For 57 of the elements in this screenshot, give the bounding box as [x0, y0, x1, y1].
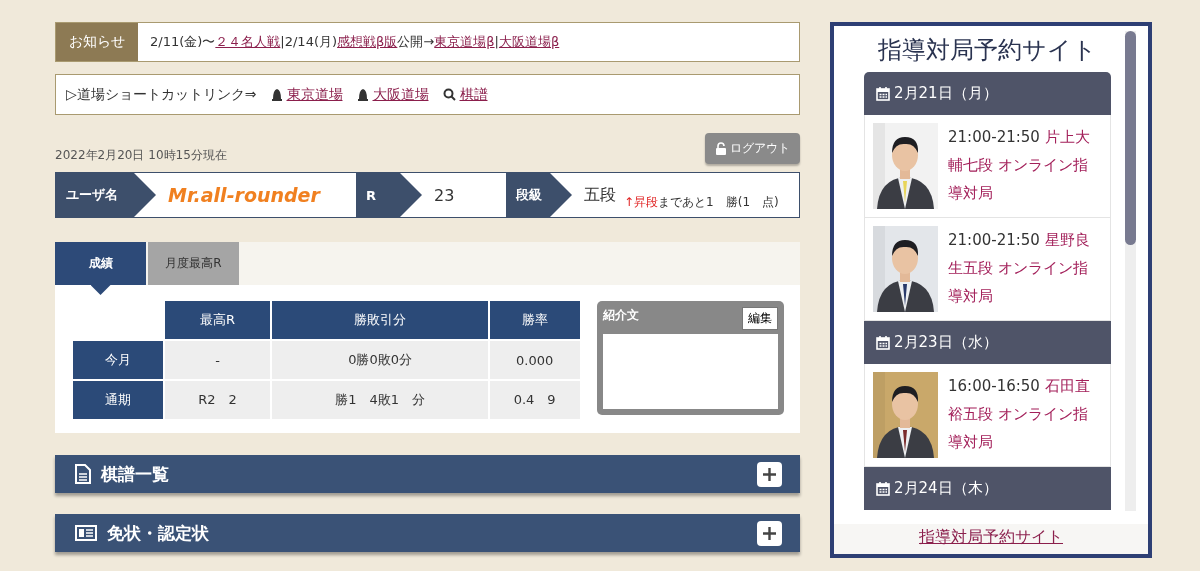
table-cell: -: [164, 341, 271, 379]
section-header[interactable]: 免状・認定状: [55, 514, 800, 552]
column-header: 最高R: [164, 301, 271, 339]
section-title: 棋譜一覧: [101, 462, 170, 486]
date-header: 2月23日（水）: [864, 321, 1111, 364]
table-cell: 勝1 4敗1 分: [272, 381, 488, 419]
notice-text: 2/11(金)〜: [150, 34, 216, 49]
row-header: 今月: [73, 341, 163, 379]
tab[interactable]: 成績: [55, 242, 146, 285]
shortcut-link[interactable]: 棋譜: [459, 85, 488, 104]
search-icon: [442, 88, 456, 101]
notice-link[interactable]: 東京道場β: [434, 34, 495, 49]
scrollbar-thumb[interactable]: [1125, 31, 1136, 245]
column-header: 勝率: [489, 301, 580, 339]
document-icon: [75, 464, 91, 484]
notice-link[interactable]: ２４名人戦: [215, 34, 281, 49]
table-cell: 0勝0敗0分: [272, 341, 488, 379]
row-header: 通期: [73, 381, 163, 419]
shortcut-link[interactable]: 大阪道場: [372, 85, 429, 104]
section-header[interactable]: 棋譜一覧: [55, 455, 800, 493]
column-header: 勝敗引分: [272, 301, 488, 339]
plus-icon[interactable]: [757, 520, 782, 546]
table-cell: R2 2: [164, 381, 271, 419]
lock-icon: [715, 142, 727, 155]
notice-label: お知らせ: [56, 23, 138, 61]
table-cell: 0.000: [489, 341, 580, 379]
notice-text: |: [494, 34, 499, 49]
edit-button[interactable]: 編集: [742, 307, 778, 330]
booking-link[interactable]: 指導対局予約サイト: [919, 526, 1063, 548]
notice-link[interactable]: 大阪道場β: [498, 34, 560, 49]
plus-icon[interactable]: [757, 461, 782, 487]
notice-text: |2/14(月): [280, 34, 338, 49]
shortcut-label: ▷道場ショートカットリンク⇒: [66, 85, 257, 104]
booking-title: 指導対局予約サイト: [877, 35, 1098, 66]
certificate-icon: [75, 525, 97, 541]
notice-text: 公開→: [397, 34, 435, 49]
table-cell: 0.4 9: [489, 381, 580, 419]
rating-value: 23: [433, 185, 455, 205]
rank-value: 五段: [583, 184, 616, 206]
calendar-icon: [876, 335, 890, 350]
calendar-icon: [876, 481, 890, 496]
notice-link[interactable]: 感想戦β版: [337, 34, 398, 49]
date-header: 2月24日（木）: [864, 467, 1111, 510]
date-header: 2月21日（月）: [864, 72, 1111, 115]
bell-icon: [356, 88, 369, 101]
user-name: Mr.all-rounder: [167, 184, 320, 206]
field-label: ユーザ名: [56, 173, 156, 217]
field-label: R: [356, 173, 422, 217]
bell-icon: [270, 88, 283, 101]
promotion-text: ↑昇段まであと1 勝(1 点): [624, 194, 779, 211]
calendar-icon: [876, 86, 890, 101]
timestamp: 2022年2月20日 10時15分現在: [55, 147, 227, 164]
tab[interactable]: 月度最高R: [148, 242, 239, 285]
shortcut-link[interactable]: 東京道場: [286, 85, 343, 104]
intro-title: 紹介文: [602, 307, 639, 324]
field-label: 段級: [506, 173, 572, 217]
section-title: 免状・認定状: [107, 521, 210, 545]
